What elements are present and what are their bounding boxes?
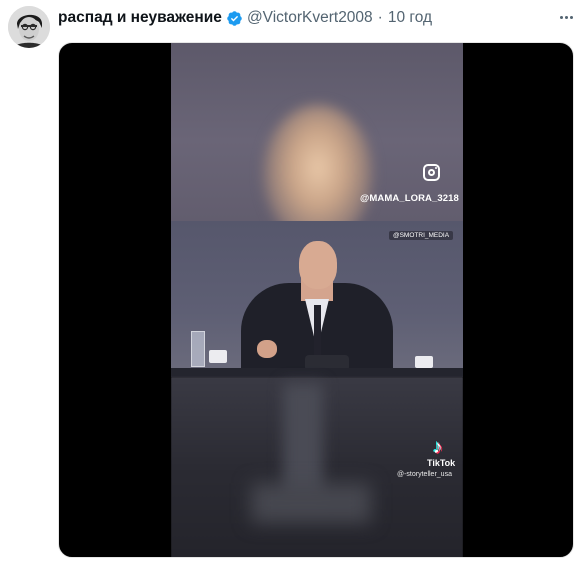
tweet: распад и неуважение @VictorKvert2008 · 1…	[0, 0, 588, 565]
channel-tag: @SMOTRI_MEDIA	[389, 231, 454, 240]
tiktok-icon: ♪	[433, 437, 443, 458]
video-player[interactable]: @MAMA_LORA_3218 @SMOTRI_MEDIA ♪ TikTok @…	[58, 42, 574, 558]
tiktok-user: @-storyteller_usa	[397, 471, 452, 478]
video-frame: @MAMA_LORA_3218 @SMOTRI_MEDIA ♪ TikTok @…	[171, 43, 463, 557]
display-name[interactable]: распад и неуважение	[58, 8, 222, 28]
blurred-base	[251, 483, 371, 523]
more-options-icon[interactable]	[554, 7, 578, 27]
speaker-tie	[314, 305, 321, 357]
verified-badge-icon	[226, 10, 243, 27]
instagram-handle: @MAMA_LORA_3218	[360, 193, 459, 204]
tiktok-label: TikTok	[427, 458, 456, 468]
speaker-hand	[257, 340, 277, 358]
timestamp[interactable]: 10 год	[388, 8, 432, 28]
cup	[209, 350, 227, 363]
instagram-icon	[423, 164, 440, 181]
user-handle[interactable]: @VictorKvert2008	[247, 8, 373, 28]
avatar[interactable]	[8, 6, 50, 48]
water-glass	[191, 331, 205, 367]
speaker-head	[299, 241, 337, 289]
cup-right	[415, 356, 433, 368]
tweet-header: распад и неуважение @VictorKvert2008 · 1…	[58, 8, 432, 28]
table-edge	[171, 368, 463, 377]
separator-dot: ·	[377, 9, 383, 26]
